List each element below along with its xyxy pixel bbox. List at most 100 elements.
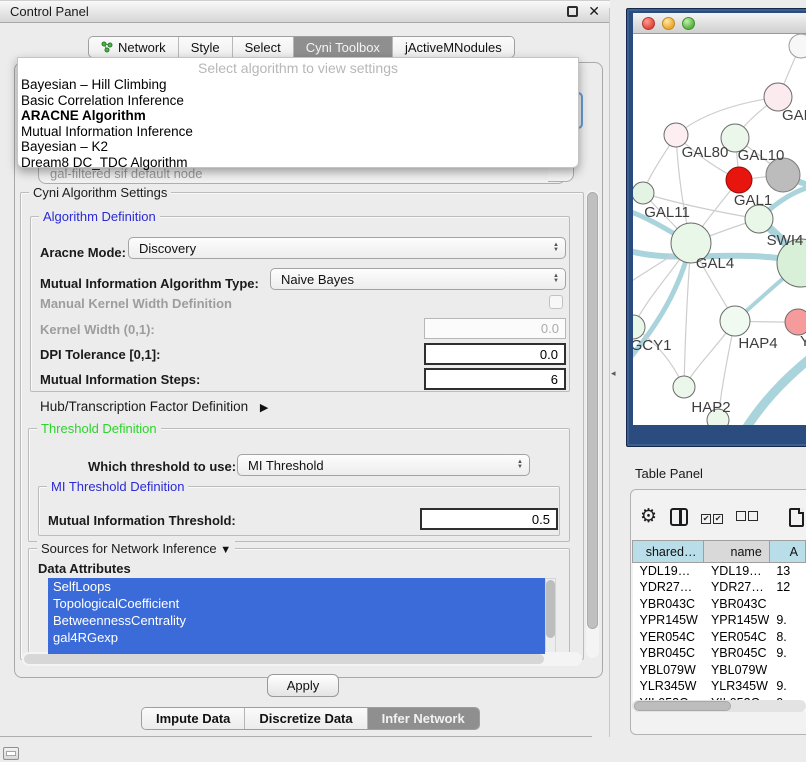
table-cell[interactable]: YPR145W — [704, 612, 769, 629]
algorithm-dropdown-list[interactable]: Select algorithm to view settings Bayesi… — [17, 57, 579, 168]
dropdown-item[interactable]: Basic Correlation Inference — [18, 93, 578, 109]
mi-threshold-field[interactable]: 0.5 — [420, 508, 558, 530]
table-row[interactable]: YER054CYER054C8. — [633, 629, 806, 646]
float-panel-icon[interactable] — [567, 6, 578, 17]
dropdown-item[interactable]: Mutual Information Inference — [18, 124, 578, 140]
aracne-mode-combobox[interactable]: Discovery ▲▼ — [128, 237, 566, 259]
table-hscrollbar-thumb[interactable] — [634, 701, 731, 711]
table-cell[interactable]: YPR145W — [633, 612, 704, 629]
table-cell[interactable]: YDR27… — [704, 579, 769, 596]
table-settings-gear-icon[interactable]: ⚙ — [640, 507, 657, 527]
dropdown-item[interactable]: Bayesian – Hill Climbing — [18, 77, 578, 93]
data-attributes-list[interactable]: SelfLoopsTopologicalCoefficientBetweenne… — [48, 578, 545, 654]
close-window-icon[interactable] — [642, 17, 655, 30]
close-panel-icon[interactable]: ✕ — [588, 6, 600, 17]
attribute-item[interactable]: SelfLoops — [48, 578, 545, 595]
table-row[interactable]: YDL19…YDL19…13 — [633, 563, 806, 580]
table-cell[interactable]: 8. — [769, 629, 805, 646]
table-cell[interactable]: YLR345W — [633, 678, 704, 695]
network-node-label: GAL — [782, 107, 806, 124]
select-all-columns-icon[interactable]: ✔✔ — [701, 508, 723, 526]
deselect-all-columns-icon[interactable] — [736, 508, 758, 526]
node-table[interactable]: shared… name A YDL19…YDL19…13YDR27…YDR27… — [632, 540, 806, 711]
table-row[interactable]: YPR145WYPR145W9. — [633, 612, 806, 629]
attribute-item[interactable]: TopologicalCoefficient — [48, 595, 545, 612]
sources-title[interactable]: Sources for Network Inference ▼ — [37, 541, 235, 556]
table-row[interactable]: YDR27…YDR27…12 — [633, 579, 806, 596]
manual-kernel-checkbox[interactable] — [549, 295, 563, 309]
hub-definition-expander[interactable]: Hub/Transcription Factor Definition ▶ — [40, 399, 268, 414]
network-window-titlebar[interactable] — [633, 13, 806, 34]
table-cell[interactable]: YDR27… — [633, 579, 704, 596]
settings-scrollbar-thumb[interactable] — [587, 192, 598, 629]
minimize-window-icon[interactable] — [662, 17, 675, 30]
network-node-label: HAP2 — [691, 399, 730, 416]
attributes-scrollbar-thumb[interactable] — [546, 580, 555, 638]
apply-button[interactable]: Apply — [267, 674, 339, 697]
network-canvas[interactable]: GALGAL80GAL10GAL1GAL11SWI4GAL4GCY1HAP4YH… — [633, 34, 806, 425]
columns-icon[interactable] — [670, 508, 688, 526]
combobox-arrows-icon: ▲▼ — [553, 274, 559, 284]
kernel-width-field[interactable]: 0.0 — [424, 318, 566, 339]
aracne-mode-label: Aracne Mode: — [40, 245, 126, 260]
network-node[interactable] — [720, 306, 750, 336]
table-cell[interactable]: 13 — [769, 563, 805, 580]
zoom-window-icon[interactable] — [682, 17, 695, 30]
table-row[interactable]: YLR345WYLR345W9. — [633, 678, 806, 695]
tab-discretize-data[interactable]: Discretize Data — [244, 708, 366, 729]
table-cell[interactable]: 12 — [769, 579, 805, 596]
table-cell[interactable] — [769, 596, 805, 613]
tab-network[interactable]: Network — [89, 37, 178, 57]
network-node[interactable] — [633, 315, 645, 339]
table-cell[interactable]: YBL079W — [633, 662, 704, 679]
panel-corner-button[interactable] — [3, 747, 19, 760]
network-node[interactable] — [785, 309, 806, 335]
dropdown-item[interactable]: ARACNE Algorithm — [18, 108, 578, 124]
table-cell[interactable]: 9. — [769, 678, 805, 695]
network-node[interactable] — [745, 205, 773, 233]
table-cell[interactable]: YDL19… — [704, 563, 769, 580]
export-table-file-icon[interactable] — [789, 508, 804, 527]
column-header-shared-name[interactable]: shared… — [633, 541, 704, 563]
column-header-partial[interactable]: A — [769, 541, 805, 563]
tab-infer-network[interactable]: Infer Network — [367, 708, 479, 729]
table-row[interactable]: YBR045CYBR045C9. — [633, 645, 806, 662]
which-threshold-combobox[interactable]: MI Threshold ▲▼ — [237, 454, 530, 476]
settings-hscrollbar-thumb[interactable] — [24, 654, 544, 664]
dpi-tolerance-field[interactable]: 0.0 — [424, 343, 566, 365]
mi-steps-field[interactable]: 6 — [424, 368, 566, 390]
tab-impute-data[interactable]: Impute Data — [142, 708, 244, 729]
table-cell[interactable]: 9. — [769, 612, 805, 629]
table-row[interactable]: YBL079WYBL079W — [633, 662, 806, 679]
mi-type-combobox[interactable]: Naive Bayes ▲▼ — [270, 268, 566, 290]
table-cell[interactable]: YBR043C — [704, 596, 769, 613]
network-node-label: SWI4 — [767, 232, 804, 249]
table-cell[interactable]: YBR043C — [633, 596, 704, 613]
splitter-collapse-arrow[interactable]: ◂ — [611, 368, 616, 379]
network-node[interactable] — [633, 182, 654, 204]
tab-jactivemnodules[interactable]: jActiveMNodules — [392, 37, 514, 57]
attribute-item[interactable]: gal4RGexp — [48, 629, 545, 646]
table-cell[interactable]: YBR045C — [704, 645, 769, 662]
column-header-name[interactable]: name — [704, 541, 769, 563]
tab-select[interactable]: Select — [232, 37, 293, 57]
network-node-label: GAL11 — [644, 204, 690, 221]
table-cell[interactable]: YER054C — [704, 629, 769, 646]
tab-cyni-toolbox[interactable]: Cyni Toolbox — [293, 37, 392, 57]
table-cell[interactable]: YLR345W — [704, 678, 769, 695]
attribute-item[interactable]: BetweennessCentrality — [48, 612, 545, 629]
network-node[interactable] — [789, 34, 806, 58]
table-cell[interactable]: YDL19… — [633, 563, 704, 580]
table-cell[interactable]: YBR045C — [633, 645, 704, 662]
table-cell[interactable] — [769, 662, 805, 679]
network-node[interactable] — [726, 167, 752, 193]
dropdown-item[interactable]: Bayesian – K2 — [18, 139, 578, 155]
table-row[interactable]: YBR043CYBR043C — [633, 596, 806, 613]
table-cell[interactable]: YBL079W — [704, 662, 769, 679]
table-cell[interactable]: YER054C — [633, 629, 704, 646]
network-node[interactable] — [673, 376, 695, 398]
dropdown-item[interactable]: Dream8 DC_TDC Algorithm — [18, 155, 578, 171]
table-toolbar: ⚙ ✔✔ — [640, 501, 806, 533]
tab-style[interactable]: Style — [178, 37, 232, 57]
table-cell[interactable]: 9. — [769, 645, 805, 662]
